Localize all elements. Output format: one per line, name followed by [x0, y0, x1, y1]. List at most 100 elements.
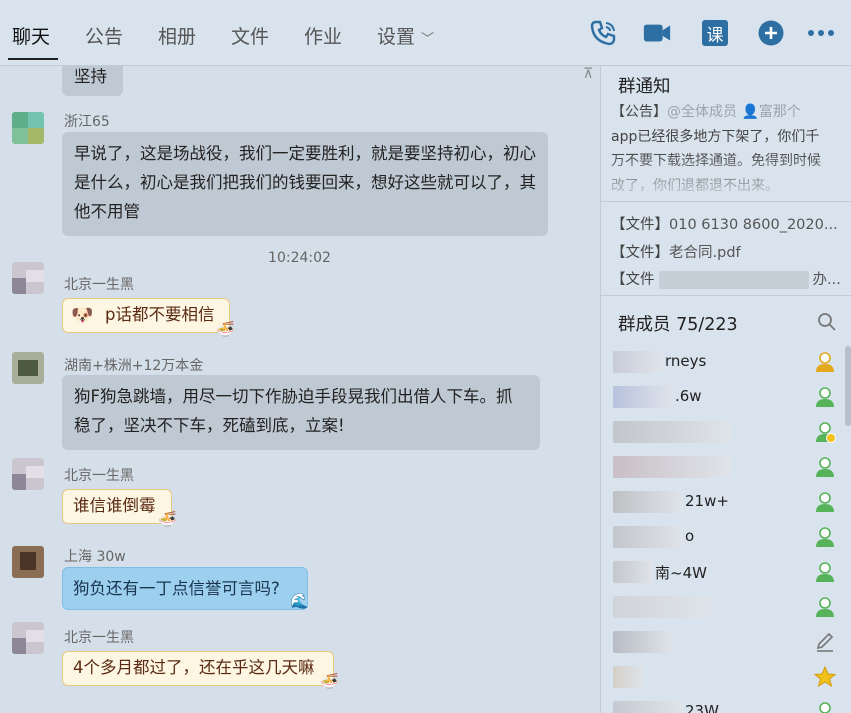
user-icon	[813, 455, 837, 479]
member-item[interactable]: 23W	[613, 698, 813, 713]
member-item[interactable]: rneys	[613, 348, 813, 378]
chat-panel[interactable]: 坚持 浙江65 早说了，这是场战役，我们一定要胜利，就是要坚持初心，初心是什么，…	[0, 66, 599, 713]
user-icon	[813, 490, 837, 514]
wave-decoration-icon: 🌊	[290, 592, 309, 610]
message-bubble[interactable]: 早说了，这是场战役，我们一定要胜利，就是要坚持初心，初心是什么，初心是我们把我们…	[62, 132, 548, 236]
file-item[interactable]: 【文件】老合同.pdf	[611, 241, 741, 262]
members-title: 群成员 75/223	[618, 315, 738, 335]
avatar[interactable]	[12, 546, 44, 578]
add-icon[interactable]	[756, 18, 786, 48]
star-icon	[813, 665, 837, 689]
blurred-file-name	[658, 271, 809, 289]
divider	[601, 295, 851, 296]
user-icon	[813, 700, 837, 713]
member-name: .6w	[675, 387, 702, 405]
avatar[interactable]	[12, 262, 44, 294]
timestamp: 10:24:02	[268, 250, 331, 266]
member-item[interactable]	[613, 453, 813, 483]
member-item[interactable]: .6w	[613, 383, 813, 413]
member-item[interactable]	[613, 593, 813, 623]
blurred-member-avatar	[613, 596, 711, 618]
member-name: o	[685, 527, 695, 545]
member-item[interactable]	[613, 418, 813, 448]
member-item[interactable]: 南~4W	[613, 558, 813, 588]
blurred-member-avatar	[613, 701, 683, 713]
avatar[interactable]	[12, 622, 44, 654]
file-name: 010 6130 8600_2020...	[669, 217, 838, 233]
bowl-decoration-icon: 🍜	[216, 320, 235, 338]
sender-name: 北京一生黑	[64, 468, 134, 484]
member-name: rneys	[665, 352, 707, 370]
avatar[interactable]	[12, 112, 44, 144]
member-item[interactable]: o	[613, 523, 813, 553]
sender-name: 浙江65	[64, 114, 110, 130]
file-prefix: 【文件】	[611, 245, 669, 261]
blurred-member-avatar	[613, 386, 673, 408]
dog-emoji-icon: 🐶	[71, 305, 94, 326]
bowl-decoration-icon: 🍜	[158, 510, 177, 528]
message-bubble[interactable]: 🐶 p话都不要相信	[62, 298, 230, 333]
file-name: 老合同.pdf	[669, 245, 741, 261]
sender-name: 北京一生黑	[64, 277, 134, 293]
blurred-member-avatar	[613, 491, 683, 513]
message-bubble[interactable]: 谁信谁倒霉	[62, 489, 172, 524]
blurred-member-avatar	[613, 526, 683, 548]
bowl-decoration-icon: 🍜	[320, 672, 339, 690]
search-icon[interactable]	[817, 312, 837, 332]
user-icon	[813, 560, 837, 584]
divider	[601, 201, 851, 202]
file-prefix: 【文件	[611, 272, 655, 288]
group-sidebar: 群通知 【公告】@全体成员 👤富那个app已经很多地方下架了，你们千万不要下载选…	[600, 66, 851, 713]
blurred-member-avatar	[613, 666, 643, 688]
notice-mention-name: 富那个	[758, 104, 801, 120]
tab-files[interactable]: 文件	[231, 22, 269, 49]
blurred-member-avatar	[613, 456, 731, 478]
admin-user-icon	[813, 420, 837, 444]
avatar[interactable]	[12, 352, 44, 384]
member-item[interactable]: 21w+	[613, 488, 813, 518]
sender-name: 北京一生黑	[64, 630, 134, 646]
message-bubble[interactable]: 狗F狗急跳墙，用尽一切下作胁迫手段晃我们出借人下车。抓稳了，坚决不下车，死磕到底…	[62, 375, 540, 450]
user-icon	[813, 595, 837, 619]
class-icon[interactable]: 课	[700, 18, 730, 48]
notice-mention: @全体成员	[667, 104, 737, 120]
notice-fade	[601, 152, 851, 197]
active-tab-indicator	[8, 58, 58, 60]
avatar[interactable]	[12, 458, 44, 490]
tab-chat[interactable]: 聊天	[12, 22, 50, 49]
user-icon	[813, 385, 837, 409]
file-item[interactable]: 【文件 办...	[611, 268, 841, 289]
tab-settings-label: 设置	[377, 26, 416, 48]
blurred-member-avatar	[613, 421, 731, 443]
video-call-icon[interactable]	[642, 18, 672, 48]
owner-user-icon	[813, 350, 837, 374]
tab-homework[interactable]: 作业	[304, 22, 342, 49]
chevron-down-icon: ﹀	[421, 32, 435, 47]
collapse-icon[interactable]: ⊼	[583, 66, 593, 82]
message-bubble[interactable]: 狗负还有一丁点信誉可言吗?	[62, 567, 308, 610]
blurred-member-avatar	[613, 561, 653, 583]
edit-icon	[813, 630, 837, 654]
phone-icon[interactable]	[588, 18, 618, 48]
tab-announcement[interactable]: 公告	[85, 22, 123, 49]
scrollbar[interactable]	[845, 346, 851, 426]
class-icon-label: 课	[702, 20, 728, 46]
member-name: 23W	[685, 702, 719, 713]
member-item[interactable]	[613, 628, 813, 658]
sender-name: 湖南+株洲+12万本金	[64, 358, 204, 374]
file-item[interactable]: 【文件】010 6130 8600_2020...	[611, 213, 838, 234]
sender-name: 上海 30w	[64, 549, 126, 565]
more-icon[interactable]	[806, 18, 836, 48]
member-name: 21w+	[685, 492, 729, 510]
member-item[interactable]	[613, 663, 813, 693]
blurred-member-avatar	[613, 631, 673, 653]
user-icon	[813, 525, 837, 549]
member-name: 南~4W	[655, 564, 707, 582]
notice-title: 群通知	[618, 77, 671, 97]
message-bubble[interactable]: 坚持	[62, 66, 123, 96]
top-bar: 聊天 公告 相册 文件 作业 设置 ﹀ 课	[0, 0, 851, 66]
mention-avatar-icon: 👤	[741, 104, 759, 120]
message-bubble[interactable]: 4个多月都过了，还在乎这几天嘛	[62, 651, 334, 686]
tab-settings[interactable]: 设置 ﹀	[377, 22, 434, 49]
tab-album[interactable]: 相册	[158, 22, 196, 49]
